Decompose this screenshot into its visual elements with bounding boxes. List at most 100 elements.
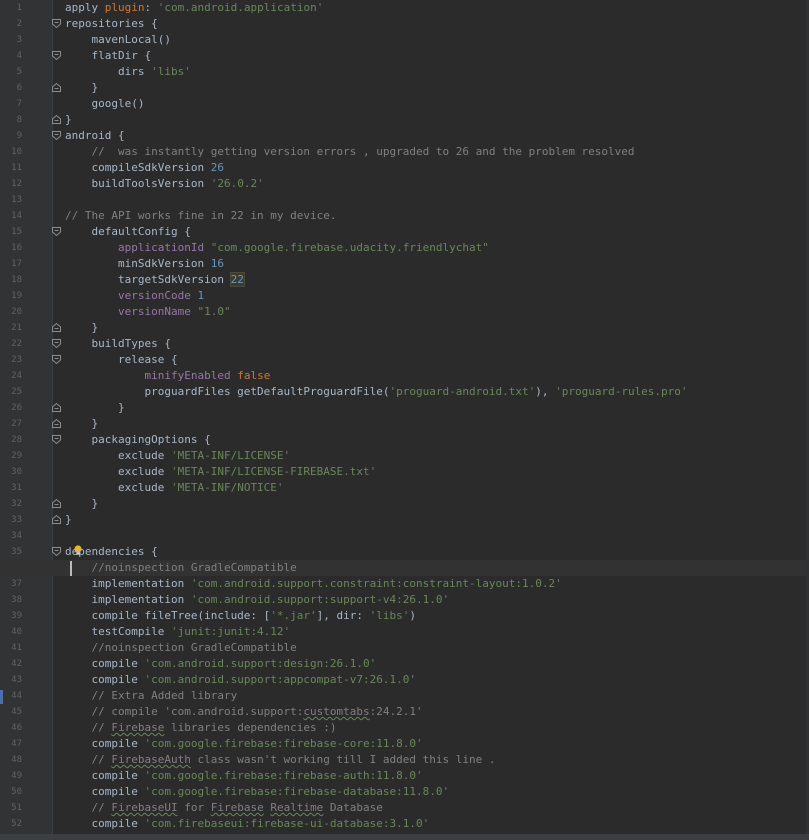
line-number[interactable]: 35: [0, 544, 22, 560]
line-number[interactable]: 18: [0, 272, 22, 288]
code-line[interactable]: }: [65, 400, 125, 416]
line-number[interactable]: 22: [0, 336, 22, 352]
code-line[interactable]: exclude 'META-INF/LICENSE': [65, 448, 290, 464]
line-number[interactable]: 12: [0, 176, 22, 192]
line-number[interactable]: 15: [0, 224, 22, 240]
line-number[interactable]: 19: [0, 288, 22, 304]
line-number[interactable]: 20: [0, 304, 22, 320]
line-number[interactable]: 23: [0, 352, 22, 368]
code-line[interactable]: repositories {: [65, 16, 158, 32]
line-number[interactable]: 21: [0, 320, 22, 336]
line-number[interactable]: 2: [0, 16, 22, 32]
code-line[interactable]: applicationId "com.google.firebase.udaci…: [65, 240, 489, 256]
line-number[interactable]: 26: [0, 400, 22, 416]
line-number[interactable]: 41: [0, 640, 22, 656]
code-line[interactable]: flatDir {: [65, 48, 151, 64]
line-number[interactable]: 52: [0, 816, 22, 832]
line-number[interactable]: 7: [0, 96, 22, 112]
code-line[interactable]: minifyEnabled false: [65, 368, 270, 384]
code-line[interactable]: compile 'com.android.support:design:26.1…: [65, 656, 376, 672]
line-number[interactable]: 24: [0, 368, 22, 384]
line-number[interactable]: 39: [0, 608, 22, 624]
code-line[interactable]: // compile 'com.android.support:customta…: [65, 704, 422, 720]
code-line[interactable]: compile 'com.google.firebase:firebase-co…: [65, 736, 422, 752]
line-number[interactable]: 4: [0, 48, 22, 64]
line-number[interactable]: 25: [0, 384, 22, 400]
line-number[interactable]: 1: [0, 0, 22, 16]
code-line[interactable]: //noinspection GradleCompatible: [0, 560, 809, 576]
code-line[interactable]: compile 'com.google.firebase:firebase-au…: [65, 768, 422, 784]
line-number[interactable]: 49: [0, 768, 22, 784]
line-number[interactable]: 48: [0, 752, 22, 768]
lightbulb-icon[interactable]: [73, 545, 83, 556]
code-line[interactable]: }: [65, 112, 72, 128]
code-line[interactable]: versionCode 1: [65, 288, 204, 304]
code-line[interactable]: targetSdkVersion 22: [65, 272, 245, 288]
line-number[interactable]: 17: [0, 256, 22, 272]
line-number-gutter[interactable]: 1 2 3 4 5 6 7 8 9 10 11 12 13 14 15 16 17 18 19 20 21 22 23 24 2…: [0, 0, 61, 834]
line-number[interactable]: 6: [0, 80, 22, 96]
line-number[interactable]: 44: [0, 688, 22, 704]
code-line[interactable]: exclude 'META-INF/LICENSE-FIREBASE.txt': [65, 464, 376, 480]
code-line[interactable]: }: [65, 512, 72, 528]
code-line[interactable]: google(): [65, 96, 144, 112]
code-line[interactable]: exclude 'META-INF/NOTICE': [65, 480, 284, 496]
line-number[interactable]: 42: [0, 656, 22, 672]
code-line[interactable]: compile 'com.firebaseui:firebase-ui-data…: [65, 816, 429, 832]
line-number[interactable]: 37: [0, 576, 22, 592]
code-line[interactable]: // Firebase libraries dependencies :): [65, 720, 336, 736]
code-line[interactable]: buildToolsVersion '26.0.2': [65, 176, 263, 192]
code-line[interactable]: buildTypes {: [65, 336, 170, 352]
line-number[interactable]: 31: [0, 480, 22, 496]
line-number[interactable]: 16: [0, 240, 22, 256]
code-line[interactable]: // FirebaseUI for Firebase Realtime Data…: [65, 800, 382, 816]
code-line[interactable]: proguardFiles getDefaultProguardFile('pr…: [65, 384, 687, 400]
line-number[interactable]: 9: [0, 128, 22, 144]
line-number[interactable]: 10: [0, 144, 22, 160]
line-number[interactable]: 40: [0, 624, 22, 640]
line-number[interactable]: 28: [0, 432, 22, 448]
line-number[interactable]: 34: [0, 528, 22, 544]
line-number[interactable]: 13: [0, 192, 22, 208]
line-number[interactable]: 46: [0, 720, 22, 736]
line-number[interactable]: 11: [0, 160, 22, 176]
code-line[interactable]: compile 'com.android.support:appcompat-v…: [65, 672, 416, 688]
code-line[interactable]: testCompile 'junit:junit:4.12': [65, 624, 290, 640]
line-number[interactable]: 5: [0, 64, 22, 80]
line-number[interactable]: 33: [0, 512, 22, 528]
code-line[interactable]: implementation 'com.android.support:supp…: [65, 592, 449, 608]
line-number[interactable]: 29: [0, 448, 22, 464]
line-number[interactable]: 3: [0, 32, 22, 48]
code-line[interactable]: defaultConfig {: [65, 224, 190, 240]
line-number[interactable]: 51: [0, 800, 22, 816]
code-line[interactable]: // Extra Added library: [65, 688, 237, 704]
code-area[interactable]: apply plugin: 'com.android.application' r…: [0, 0, 809, 834]
line-number[interactable]: 43: [0, 672, 22, 688]
horizontal-scrollbar[interactable]: [0, 834, 809, 840]
line-number[interactable]: 45: [0, 704, 22, 720]
code-line[interactable]: implementation 'com.android.support.cons…: [65, 576, 561, 592]
code-line[interactable]: compileSdkVersion 26: [65, 160, 223, 176]
code-line[interactable]: dirs 'libs': [65, 64, 191, 80]
code-line[interactable]: compile fileTree(include: ['*.jar'], dir…: [65, 608, 416, 624]
code-line[interactable]: apply plugin: 'com.android.application': [65, 0, 323, 16]
code-line[interactable]: minSdkVersion 16: [65, 256, 224, 272]
code-line[interactable]: versionName "1.0": [65, 304, 231, 320]
code-line[interactable]: }: [65, 80, 98, 96]
code-line[interactable]: android {: [65, 128, 125, 144]
code-line[interactable]: }: [65, 416, 98, 432]
code-line[interactable]: //noinspection GradleCompatible: [65, 640, 296, 656]
line-number[interactable]: 27: [0, 416, 22, 432]
code-line[interactable]: release {: [65, 352, 178, 368]
code-line[interactable]: // The API works fine in 22 in my device…: [65, 208, 337, 224]
line-number[interactable]: 30: [0, 464, 22, 480]
code-line[interactable]: packagingOptions {: [65, 432, 210, 448]
code-line[interactable]: }: [65, 496, 98, 512]
line-number[interactable]: 8: [0, 112, 22, 128]
code-line[interactable]: // was instantly getting version errors …: [65, 144, 634, 160]
code-editor[interactable]: 1 2 3 4 5 6 7 8 9 10 11 12 13 14 15 16 17 18 19 20 21 22 23 24 2…: [0, 0, 809, 834]
line-number[interactable]: 38: [0, 592, 22, 608]
line-number[interactable]: 47: [0, 736, 22, 752]
line-number[interactable]: 32: [0, 496, 22, 512]
line-number[interactable]: 50: [0, 784, 22, 800]
